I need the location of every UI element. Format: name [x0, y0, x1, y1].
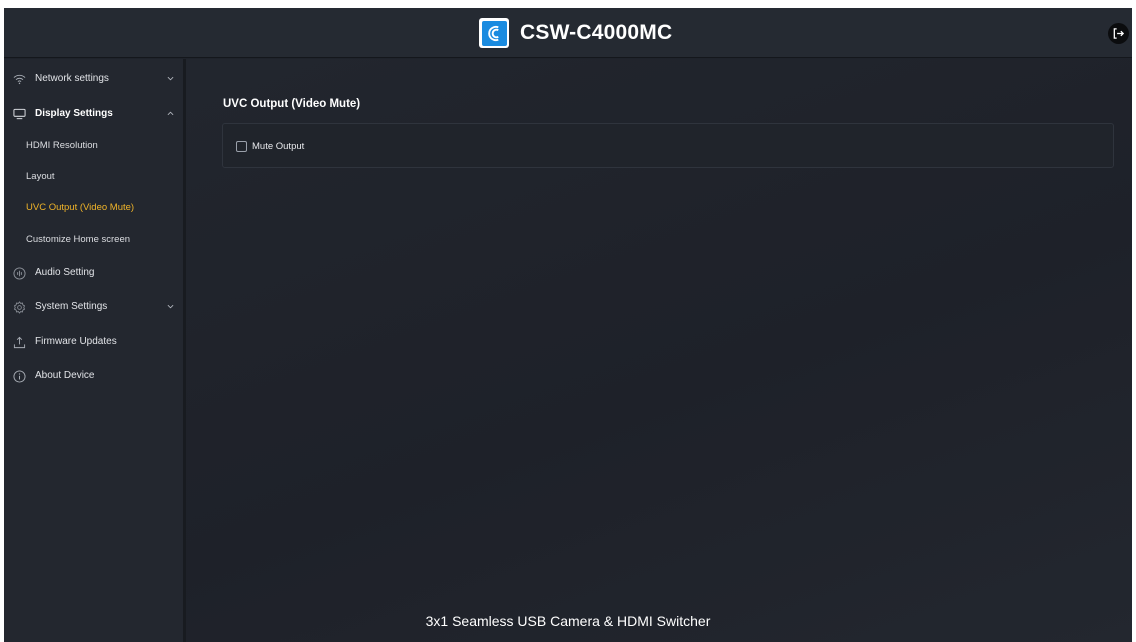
sidebar-item-audio-setting[interactable]: Audio Setting	[4, 258, 183, 288]
main-content: UVC Output (Video Mute) Mute Output	[186, 59, 1132, 642]
sidebar-item-firmware-updates[interactable]: Firmware Updates	[4, 327, 183, 357]
logout-icon	[1113, 28, 1125, 39]
sidebar-item-network-settings[interactable]: Network settings	[4, 64, 183, 94]
wifi-icon	[12, 72, 26, 86]
sidebar-item-label: Firmware Updates	[35, 336, 117, 347]
sidebar-subitem-hdmi-resolution[interactable]: HDMI Resolution	[4, 131, 183, 159]
sidebar-item-label: Display Settings	[35, 108, 113, 119]
sidebar-item-label: Network settings	[35, 73, 109, 84]
sidebar-item-label: Audio Setting	[35, 267, 95, 278]
chevron-down-icon	[166, 302, 174, 310]
sidebar-subitem-uvc-output[interactable]: UVC Output (Video Mute)	[4, 193, 183, 221]
upload-icon	[12, 335, 26, 349]
mute-output-label: Mute Output	[252, 140, 305, 152]
top-header: CSW-C4000MC	[4, 8, 1132, 58]
sidebar-subitem-layout[interactable]: Layout	[4, 162, 183, 190]
sidebar-item-label: System Settings	[35, 301, 108, 312]
brand: CSW-C4000MC	[479, 17, 672, 49]
app-window: CSW-C4000MC Network settings Display Set…	[4, 8, 1132, 642]
sidebar-subitem-label: HDMI Resolution	[26, 140, 98, 151]
sidebar-subitem-label: UVC Output (Video Mute)	[26, 202, 135, 213]
audio-icon	[12, 266, 26, 280]
sidebar-subitem-label: Layout	[26, 171, 55, 182]
sidebar-item-about-device[interactable]: About Device	[4, 361, 183, 391]
chevron-down-icon	[166, 74, 174, 82]
sidebar-subitem-customize-home-screen[interactable]: Customize Home screen	[4, 225, 183, 253]
logout-button[interactable]	[1108, 23, 1129, 44]
sidebar-subitem-label: Customize Home screen	[26, 234, 131, 245]
crestron-c-logo-icon	[479, 18, 509, 48]
device-title: CSW-C4000MC	[520, 21, 673, 44]
sidebar-item-display-settings[interactable]: Display Settings	[4, 99, 183, 129]
sidebar-item-system-settings[interactable]: System Settings	[4, 292, 183, 322]
mute-output-checkbox[interactable]	[236, 140, 247, 152]
sidebar: Network settings Display Settings HDMI R…	[4, 59, 186, 642]
monitor-icon	[12, 107, 26, 121]
device-description: 3x1 Seamless USB Camera & HDMI Switcher	[425, 613, 711, 629]
mute-output-checkbox-row[interactable]: Mute Output	[236, 140, 304, 152]
mute-output-panel: Mute Output	[222, 123, 1114, 168]
page-title: UVC Output (Video Mute)	[223, 98, 361, 110]
chevron-up-icon	[166, 109, 174, 117]
gear-icon	[12, 300, 26, 314]
sidebar-item-label: About Device	[35, 370, 95, 381]
info-icon	[12, 369, 26, 383]
